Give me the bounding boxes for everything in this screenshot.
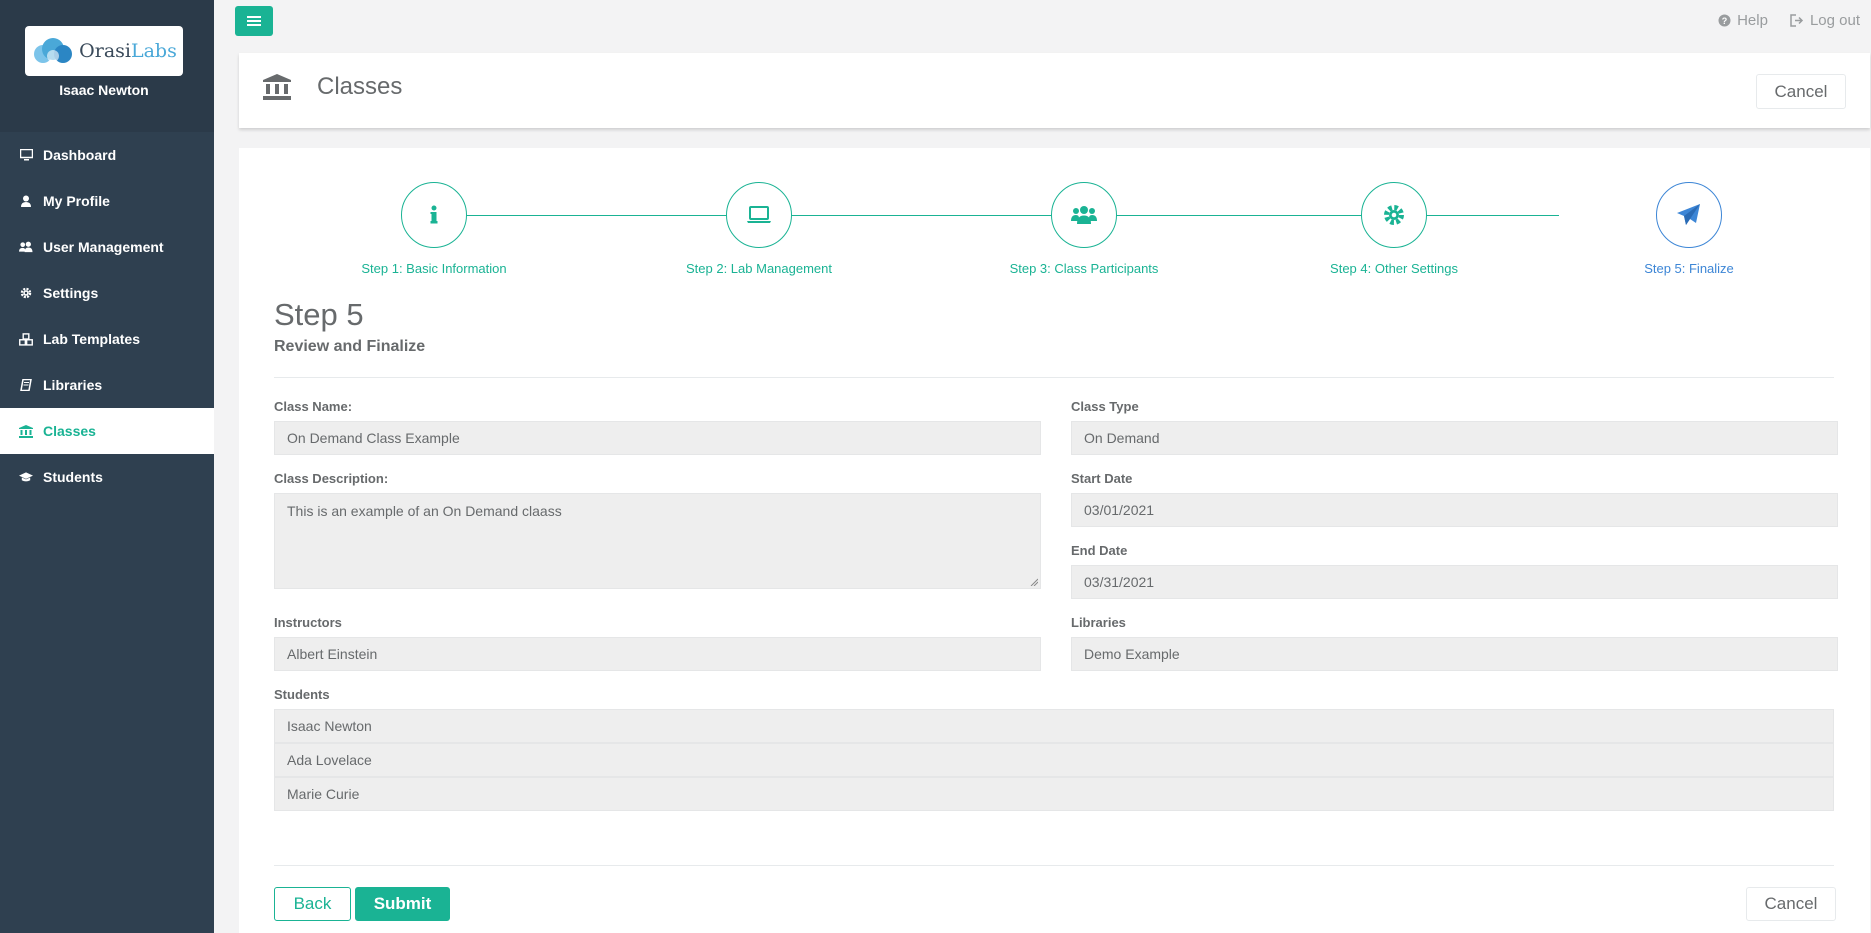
- users-icon: [1071, 206, 1097, 224]
- step-circle: [726, 182, 792, 248]
- laptop-icon: [747, 206, 771, 223]
- start-date-label: Start Date: [1071, 471, 1133, 486]
- wizard-steps: Step 1: Basic Information Step 2: Lab Ma…: [239, 148, 1870, 288]
- students-label: Students: [274, 687, 330, 702]
- start-date-field[interactable]: 03/01/2021: [1071, 493, 1838, 527]
- footer-cancel-button[interactable]: Cancel: [1746, 887, 1836, 921]
- sidebar-item-label: Classes: [43, 423, 96, 439]
- sidebar-item-label: Settings: [43, 285, 99, 301]
- page-heading: Classes Cancel: [239, 53, 1870, 128]
- libraries-label: Libraries: [1071, 615, 1126, 630]
- back-button[interactable]: Back: [274, 887, 351, 921]
- logout-link[interactable]: Log out: [1790, 12, 1860, 29]
- header-cancel-button[interactable]: Cancel: [1756, 74, 1846, 109]
- help-link[interactable]: ? Help: [1718, 12, 1768, 29]
- sidebar-item-classes[interactable]: Classes: [0, 408, 214, 454]
- users-icon: [19, 240, 33, 254]
- class-name-field[interactable]: On Demand Class Example: [274, 421, 1041, 455]
- gear-icon: [19, 286, 33, 300]
- submit-button[interactable]: Submit: [355, 887, 450, 921]
- top-navbar: ? Help Log out: [214, 0, 1871, 44]
- cloud-logo-icon: [34, 38, 73, 63]
- libraries-field[interactable]: Demo Example: [1071, 637, 1838, 671]
- step-circle: [1051, 182, 1117, 248]
- end-date-field[interactable]: 03/31/2021: [1071, 565, 1838, 599]
- sidebar-item-label: My Profile: [43, 193, 110, 209]
- sidebar-item-lab-templates[interactable]: Lab Templates: [0, 316, 214, 362]
- sidebar-item-label: Libraries: [43, 377, 103, 393]
- class-type-field[interactable]: On Demand: [1071, 421, 1838, 455]
- resize-handle-icon[interactable]: [1030, 578, 1038, 586]
- sidebar: OrasiLabs Isaac Newton Dashboard My Prof…: [0, 0, 214, 933]
- student-row[interactable]: Ada Lovelace: [274, 743, 1834, 777]
- step-label: Step 1: Basic Information: [361, 261, 507, 276]
- svg-text:?: ?: [1722, 16, 1728, 26]
- sidebar-item-settings[interactable]: Settings: [0, 270, 214, 316]
- page-title: Classes: [317, 73, 403, 100]
- help-label: Help: [1737, 12, 1768, 29]
- wizard-step-3[interactable]: Step 3: Class Participants: [984, 182, 1184, 276]
- step-subtitle: Review and Finalize: [274, 338, 426, 355]
- step-circle: [1656, 182, 1722, 248]
- step-label: Step 3: Class Participants: [1009, 261, 1159, 276]
- class-type-label: Class Type: [1071, 399, 1139, 414]
- paper-plane-icon: [1677, 204, 1700, 225]
- wizard-step-4[interactable]: Step 4: Other Settings: [1294, 182, 1494, 276]
- sidebar-item-label: Dashboard: [43, 147, 117, 163]
- step-circle: [1361, 182, 1427, 248]
- sidebar-item-label: User Management: [43, 239, 164, 255]
- info-icon: [430, 205, 438, 224]
- sidebar-item-libraries[interactable]: Libraries: [0, 362, 214, 408]
- graduation-cap-icon: [19, 470, 33, 484]
- step-label: Step 4: Other Settings: [1330, 261, 1458, 276]
- sidebar-item-dashboard[interactable]: Dashboard: [0, 132, 214, 178]
- profile-user-name[interactable]: Isaac Newton: [0, 82, 208, 98]
- gear-icon: [1384, 205, 1404, 225]
- wizard-step-1[interactable]: Step 1: Basic Information: [334, 182, 534, 276]
- wizard-step-5[interactable]: Step 5: Finalize: [1589, 182, 1789, 276]
- brand-logo-text: OrasiLabs: [79, 40, 177, 62]
- sign-out-icon: [1790, 14, 1804, 27]
- end-date-label: End Date: [1071, 543, 1128, 558]
- step-label: Step 2: Lab Management: [686, 261, 832, 276]
- section-divider: [274, 377, 1834, 378]
- sidebar-profile: OrasiLabs Isaac Newton: [0, 0, 214, 132]
- sidebar-toggle-button[interactable]: [235, 6, 273, 36]
- student-row[interactable]: Isaac Newton: [274, 709, 1834, 743]
- logout-label: Log out: [1809, 12, 1860, 29]
- sidebar-item-user-management[interactable]: User Management: [0, 224, 214, 270]
- sidebar-nav: Dashboard My Profile User Management Set…: [0, 132, 214, 500]
- institution-icon: [19, 424, 33, 438]
- step-label: Step 5: Finalize: [1644, 261, 1734, 276]
- class-name-label: Class Name:: [274, 399, 353, 414]
- instructors-field[interactable]: Albert Einstein: [274, 637, 1041, 671]
- institution-icon: [263, 74, 291, 100]
- instructors-label: Instructors: [274, 615, 342, 630]
- question-circle-icon: ?: [1718, 14, 1731, 27]
- sidebar-item-label: Lab Templates: [43, 331, 140, 347]
- hamburger-icon: [247, 16, 261, 26]
- class-description-field[interactable]: This is an example of an On Demand claas…: [274, 493, 1041, 589]
- wizard-panel: Step 1: Basic Information Step 2: Lab Ma…: [239, 148, 1870, 933]
- monitor-icon: [19, 148, 33, 162]
- sidebar-item-label: Students: [43, 469, 103, 485]
- cubes-icon: [19, 332, 33, 346]
- step-circle: [401, 182, 467, 248]
- actions-divider: [274, 865, 1834, 866]
- top-links: ? Help Log out: [1718, 12, 1860, 29]
- step-title: Step 5: [274, 297, 364, 332]
- user-icon: [19, 194, 33, 208]
- book-icon: [19, 378, 33, 392]
- brand-logo[interactable]: OrasiLabs: [25, 26, 183, 76]
- sidebar-item-students[interactable]: Students: [0, 454, 214, 500]
- wizard-step-2[interactable]: Step 2: Lab Management: [659, 182, 859, 276]
- student-row[interactable]: Marie Curie: [274, 777, 1834, 811]
- sidebar-item-my-profile[interactable]: My Profile: [0, 178, 214, 224]
- class-description-label: Class Description:: [274, 471, 389, 486]
- class-description-text: This is an example of an On Demand claas…: [287, 503, 562, 519]
